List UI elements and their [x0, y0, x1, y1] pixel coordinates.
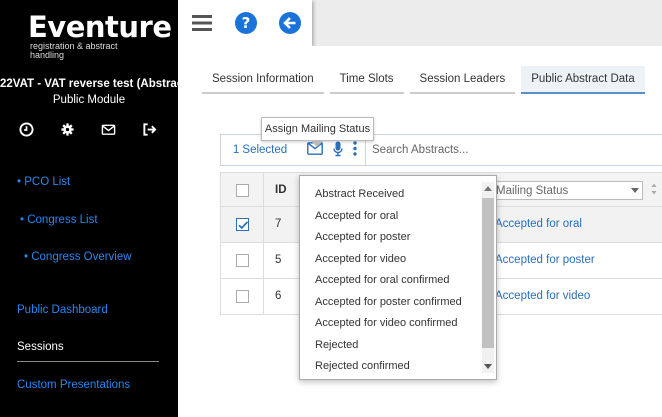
- nav-congress-overview[interactable]: • Congress Overview: [24, 251, 132, 263]
- clock-icon[interactable]: [18, 121, 34, 137]
- tab-public-abstract-data[interactable]: Public Abstract Data: [521, 66, 645, 94]
- brand-tagline: registration & abstract handling: [30, 41, 118, 60]
- logout-icon[interactable]: [142, 121, 158, 137]
- row-checkbox[interactable]: [236, 290, 249, 303]
- scrollbar-thumb[interactable]: [482, 198, 494, 348]
- brand-logo[interactable]: Eventure registration & abstract handlin…: [28, 10, 172, 60]
- sort-icon[interactable]: [651, 183, 657, 198]
- nav-public-dashboard[interactable]: Public Dashboard: [17, 304, 108, 316]
- dropdown-option[interactable]: Accepted for oral: [300, 206, 496, 228]
- dropdown-options: Abstract Received Accepted for oral Acce…: [300, 176, 496, 378]
- mail-icon[interactable]: [101, 121, 117, 137]
- tab-session-leaders[interactable]: Session Leaders: [409, 66, 516, 94]
- row-id: 6: [275, 290, 282, 302]
- select-all-checkbox[interactable]: [236, 184, 249, 197]
- column-divider: [263, 243, 264, 278]
- nav-custom-presentations[interactable]: Custom Presentations: [17, 379, 130, 391]
- nav-active-underline: [17, 361, 159, 362]
- column-divider: [263, 207, 264, 242]
- row-checkbox[interactable]: [236, 218, 249, 231]
- search-input[interactable]: [365, 135, 645, 165]
- dropdown-option[interactable]: Accepted for poster confirmed: [300, 292, 496, 314]
- module-name: Public Module: [52, 94, 126, 106]
- dropdown-option[interactable]: Rejected confirmed: [300, 356, 496, 378]
- dropdown-scrollbar[interactable]: [482, 182, 494, 373]
- nav-sessions[interactable]: Sessions: [17, 341, 64, 353]
- dropdown-option[interactable]: Abstract Received: [300, 184, 496, 206]
- menu-icon[interactable]: [190, 11, 214, 35]
- brand-name: Eventure: [28, 10, 172, 44]
- row-checkbox[interactable]: [236, 254, 249, 267]
- row-mailing-status[interactable]: Accepted for poster: [495, 254, 595, 266]
- row-id: 5: [275, 254, 282, 266]
- tab-bar: Session Information Time Slots Session L…: [202, 66, 651, 94]
- selected-count: 1 Selected: [232, 144, 288, 156]
- nav-pco-list[interactable]: • PCO List: [17, 176, 70, 188]
- svg-text:?: ?: [242, 14, 251, 32]
- row-id: 7: [275, 218, 282, 230]
- event-title: 22VAT - VAT reverse test (Abstract...: [0, 78, 178, 90]
- sidebar-icon-bar: [18, 121, 158, 137]
- scroll-down-icon[interactable]: [484, 364, 492, 369]
- row-mailing-status[interactable]: Accepted for oral: [495, 218, 582, 230]
- dropdown-option[interactable]: Accepted for video confirmed: [300, 313, 496, 335]
- mailing-status-dropdown: Abstract Received Accepted for oral Acce…: [299, 175, 497, 380]
- scroll-up-icon[interactable]: [484, 186, 492, 191]
- dropdown-option[interactable]: Accepted for oral confirmed: [300, 270, 496, 292]
- back-arrow-icon[interactable]: [278, 11, 302, 35]
- mailing-status-filter-label: Mailing Status: [496, 184, 569, 197]
- column-divider: [263, 279, 264, 314]
- column-header-id[interactable]: ID: [275, 184, 287, 196]
- tooltip: Assign Mailing Status: [261, 117, 374, 141]
- dropdown-option[interactable]: Rejected: [300, 335, 496, 357]
- nav-congress-list[interactable]: • Congress List: [20, 214, 98, 226]
- dropdown-option[interactable]: Accepted for video: [300, 249, 496, 271]
- column-divider: [263, 173, 264, 206]
- more-options-icon[interactable]: [353, 141, 357, 159]
- grid-tool-group: [299, 141, 365, 160]
- tab-time-slots[interactable]: Time Slots: [329, 66, 404, 94]
- sidebar: Eventure registration & abstract handlin…: [0, 0, 178, 417]
- microphone-icon[interactable]: [333, 141, 343, 160]
- top-toolbar: ?: [178, 0, 312, 46]
- gear-icon[interactable]: [59, 121, 75, 137]
- tab-session-information[interactable]: Session Information: [202, 66, 324, 94]
- tooltip-arrow: [311, 141, 323, 147]
- chevron-down-icon: [631, 188, 639, 193]
- mailing-status-filter[interactable]: Mailing Status: [485, 181, 643, 200]
- row-mailing-status[interactable]: Accepted for video: [495, 290, 590, 302]
- dropdown-option[interactable]: Accepted for poster: [300, 227, 496, 249]
- help-icon[interactable]: ?: [234, 11, 258, 35]
